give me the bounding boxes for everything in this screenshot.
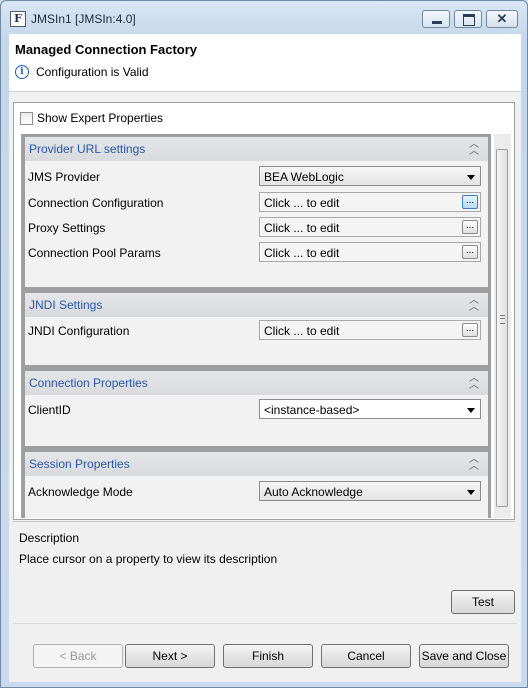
show-expert-checkbox[interactable]: [20, 112, 33, 125]
close-button[interactable]: ✕: [486, 10, 518, 28]
edit-ellipsis-button[interactable]: ...: [462, 195, 478, 209]
property-row: Proxy Settings Click ... to edit ...: [25, 217, 488, 239]
collapse-icon[interactable]: ︿ ︿: [468, 455, 480, 472]
edit-ellipsis-button[interactable]: ...: [462, 323, 478, 337]
test-button[interactable]: Test: [451, 590, 515, 614]
property-label: JMS Provider: [28, 170, 101, 184]
button-separator: [13, 623, 517, 624]
property-label: Connection Pool Params: [28, 246, 161, 260]
property-label: ClientID: [28, 403, 71, 417]
section-title: Connection Properties: [29, 376, 148, 390]
property-label: Connection Configuration: [28, 196, 164, 210]
scrollbar-thumb[interactable]: [496, 149, 508, 507]
field-value: Click ... to edit: [264, 196, 340, 210]
dropdown-arrow-icon: [467, 175, 475, 180]
dropdown-arrow-icon: [467, 408, 475, 413]
finish-button[interactable]: Finish: [223, 644, 313, 668]
property-row: Acknowledge Mode Auto Acknowledge: [25, 481, 488, 503]
section-session-properties: Session Properties ︿ ︿ Acknowledge Mode A…: [22, 449, 491, 518]
property-label: Acknowledge Mode: [28, 485, 133, 499]
property-row: Connection Pool Params Click ... to edit…: [25, 242, 488, 264]
select-value: Auto Acknowledge: [264, 485, 363, 499]
section-provider-url: Provider URL settings ︿ ︿ JMS Provider BE…: [22, 134, 491, 290]
dropdown-arrow-icon: [467, 490, 475, 495]
collapse-icon[interactable]: ︿ ︿: [468, 140, 480, 157]
sections-scroll-area: Provider URL settings ︿ ︿ JMS Provider BE…: [21, 134, 494, 518]
client-id-select[interactable]: <instance-based>: [259, 399, 481, 419]
back-button[interactable]: < Back: [33, 644, 123, 668]
validation-status: Configuration is Valid: [36, 65, 149, 79]
close-icon: ✕: [496, 11, 508, 26]
jms-provider-select[interactable]: BEA WebLogic: [259, 166, 481, 186]
select-value: BEA WebLogic: [264, 170, 344, 184]
proxy-settings-field[interactable]: Click ... to edit ...: [259, 217, 481, 237]
maximize-button[interactable]: [454, 10, 482, 28]
property-row: JMS Provider BEA WebLogic: [25, 166, 488, 188]
dialog-window: F JMSIn1 [JMSIn:4.0] ✕ Managed Connectio…: [0, 0, 528, 688]
collapse-icon[interactable]: ︿ ︿: [468, 374, 480, 391]
section-header[interactable]: JNDI Settings ︿ ︿: [25, 290, 488, 317]
title-bar[interactable]: F JMSIn1 [JMSIn:4.0] ✕: [1, 1, 527, 34]
section-jndi-settings: JNDI Settings ︿ ︿ JNDI Configuration Clic…: [22, 290, 491, 368]
property-row: ClientID <instance-based>: [25, 399, 488, 421]
section-connection-properties: Connection Properties ︿ ︿ ClientID <insta…: [22, 368, 491, 449]
property-row: Connection Configuration Click ... to ed…: [25, 192, 488, 214]
select-value: <instance-based>: [264, 403, 360, 417]
field-value: Click ... to edit: [264, 221, 340, 235]
edit-ellipsis-button[interactable]: ...: [462, 245, 478, 259]
description-text: Place cursor on a property to view its d…: [19, 552, 278, 566]
show-expert-label[interactable]: Show Expert Properties: [37, 111, 163, 125]
maximize-icon: [463, 14, 475, 26]
connection-pool-params-field[interactable]: Click ... to edit ...: [259, 242, 481, 262]
save-and-close-button[interactable]: Save and Close: [419, 644, 509, 668]
section-title: Provider URL settings: [29, 142, 146, 156]
description-area: Description Place cursor on a property t…: [13, 521, 515, 590]
info-icon: i: [15, 65, 29, 79]
section-title: Session Properties: [29, 457, 130, 471]
connection-configuration-field[interactable]: Click ... to edit ...: [259, 192, 481, 212]
jndi-configuration-field[interactable]: Click ... to edit ...: [259, 320, 481, 340]
field-value: Click ... to edit: [264, 246, 340, 260]
property-label: Proxy Settings: [28, 221, 106, 235]
dialog-content: Managed Connection Factory i Configurati…: [9, 34, 521, 682]
property-label: JNDI Configuration: [28, 324, 130, 338]
grip-icon: [500, 315, 505, 324]
field-value: Click ... to edit: [264, 324, 340, 338]
section-header[interactable]: Connection Properties ︿ ︿: [25, 368, 488, 395]
section-header[interactable]: Session Properties ︿ ︿: [25, 449, 488, 476]
minimize-icon: [432, 21, 442, 24]
section-title: JNDI Settings: [29, 298, 103, 312]
property-row: JNDI Configuration Click ... to edit ...: [25, 320, 488, 342]
acknowledge-mode-select[interactable]: Auto Acknowledge: [259, 481, 481, 501]
collapse-icon[interactable]: ︿ ︿: [468, 296, 480, 313]
edit-ellipsis-button[interactable]: ...: [462, 220, 478, 234]
page-title: Managed Connection Factory: [15, 42, 198, 57]
cancel-button[interactable]: Cancel: [321, 644, 411, 668]
window-title: JMSIn1 [JMSIn:4.0]: [31, 12, 136, 26]
section-header[interactable]: Provider URL settings ︿ ︿: [25, 134, 488, 161]
vertical-scrollbar[interactable]: [494, 134, 511, 518]
wizard-header: Managed Connection Factory i Configurati…: [9, 34, 521, 92]
app-icon: F: [10, 11, 26, 27]
next-button[interactable]: Next >: [125, 644, 215, 668]
description-title: Description: [19, 531, 80, 545]
minimize-button[interactable]: [422, 10, 450, 28]
